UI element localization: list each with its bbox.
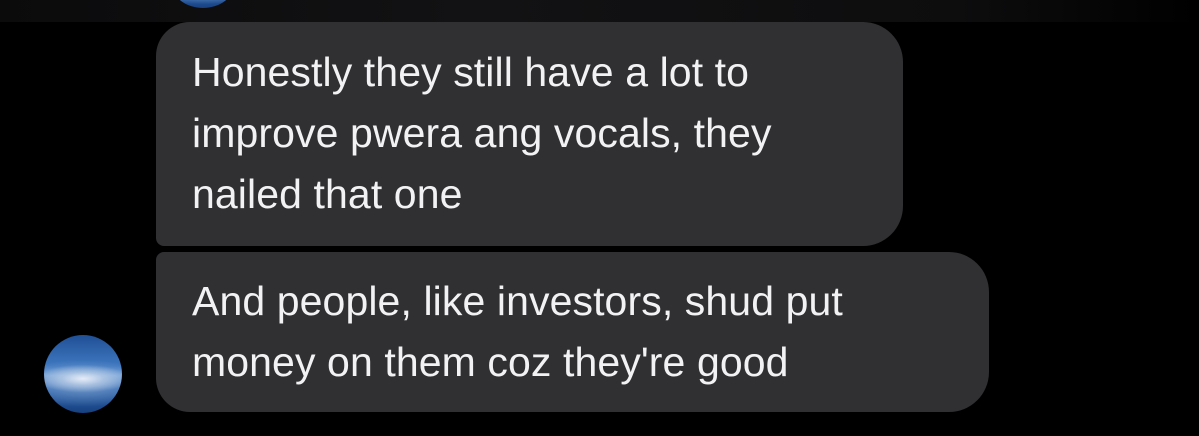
message-text-line: And people, like investors, shud put [192,278,843,324]
message-bubble[interactable]: And people, like investors, shud put mon… [156,252,989,412]
message-text-line: money on them coz they're good [192,339,789,385]
message-text-line: Honestly they still have a lot to [192,49,750,95]
avatar[interactable] [44,335,122,413]
message-text-line: nailed that one [192,171,463,217]
message-bubble[interactable]: Honestly they still have a lot to improv… [156,22,903,246]
top-edge-shadow [0,0,1199,22]
message-text-line: improve pwera ang vocals, they [192,110,772,156]
